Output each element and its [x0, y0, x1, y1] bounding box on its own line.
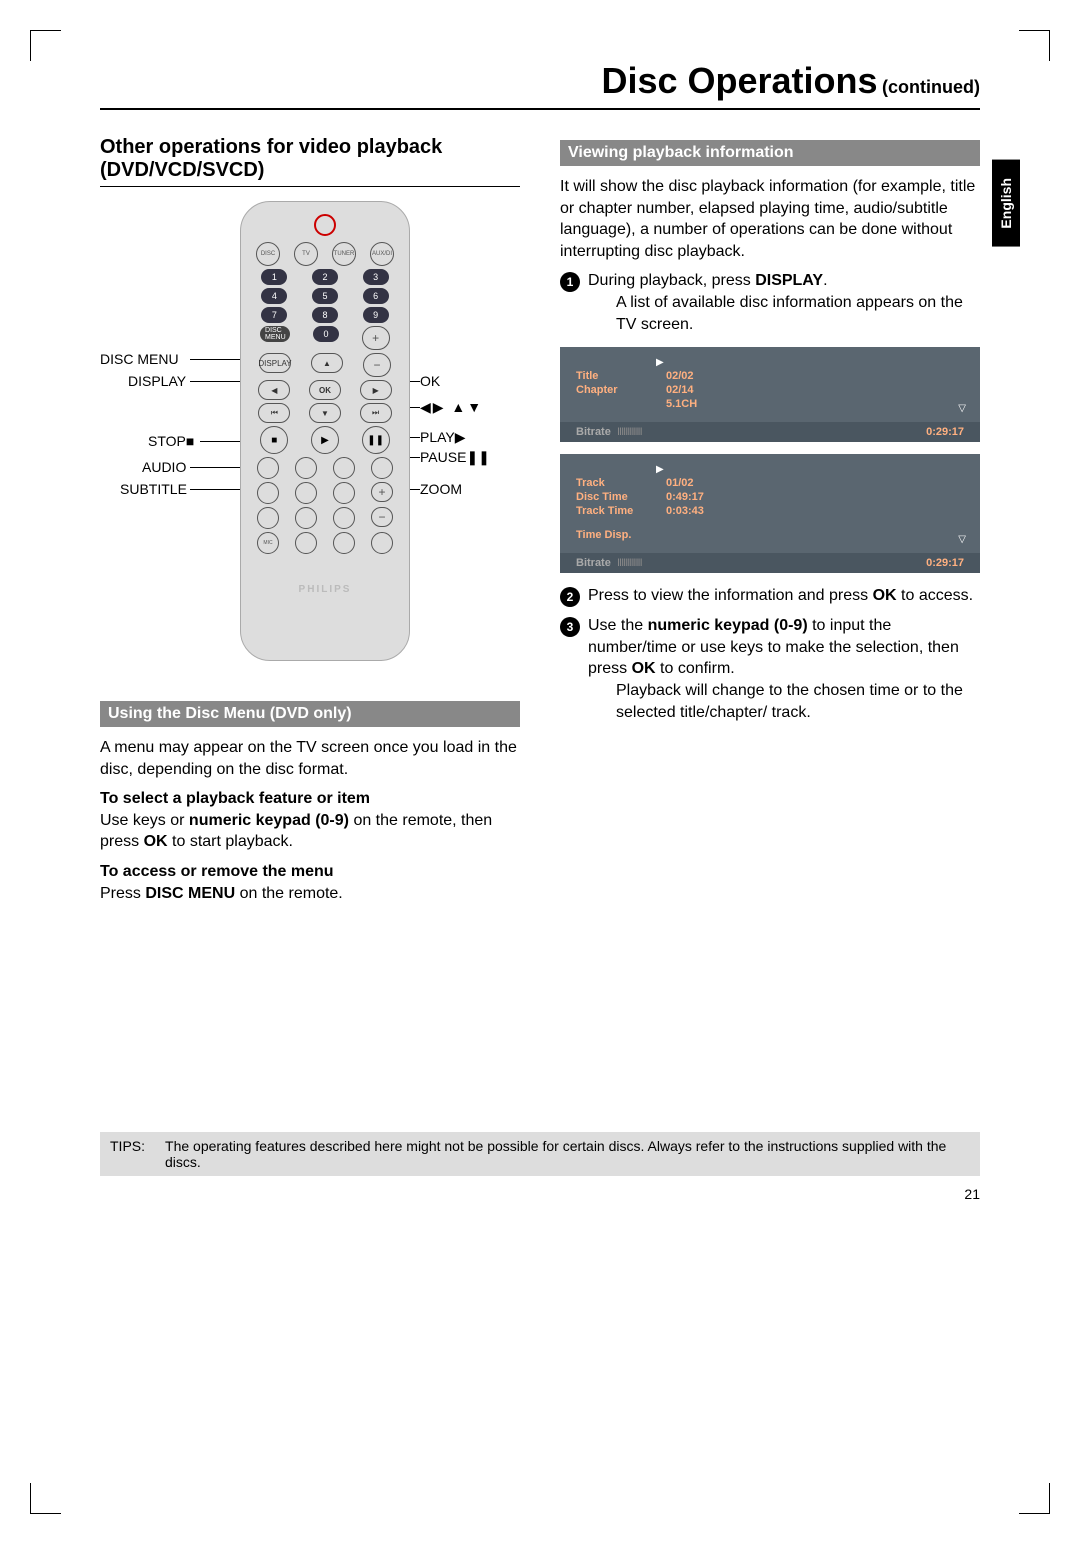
title-sub: (continued) — [882, 77, 980, 97]
down-arrow-icon: ▽ — [958, 534, 966, 545]
label-stop: STOP■ — [148, 433, 194, 449]
step-3: 3 Use the numeric keypad (0-9) to input … — [560, 615, 980, 723]
subheading-viewing: Viewing playback information — [560, 140, 980, 166]
title-main: Disc Operations — [601, 60, 877, 101]
step-2: 2 Press to view the information and pres… — [560, 585, 980, 607]
step-1: 1 During playback, press DISPLAY. A list… — [560, 270, 980, 335]
osd-panel-1: ▶ Title02/02 Chapter02/14 5.1CH ▽ Bitrat… — [560, 347, 980, 442]
label-ok: OK — [420, 373, 440, 389]
label-pause: PAUSE❚❚ — [420, 449, 490, 466]
label-play: PLAY▶ — [420, 429, 466, 446]
paragraph: It will show the disc playback informati… — [560, 176, 980, 262]
crop-mark — [1019, 1483, 1050, 1514]
play-icon: ▶ — [656, 357, 964, 368]
label-subtitle: SUBTITLE — [120, 481, 187, 497]
power-icon — [314, 214, 336, 236]
paragraph: To select a playback feature or item Use… — [100, 788, 520, 853]
osd-panel-2: ▶ Track01/02 Disc Time0:49:17 Track Time… — [560, 454, 980, 573]
label-disc-menu: DISC MENU — [100, 351, 179, 367]
page-number: 21 — [100, 1186, 980, 1202]
down-arrow-icon: ▽ — [958, 403, 966, 414]
tips-bar: TIPS: The operating features described h… — [100, 1132, 980, 1176]
step-number-icon: 2 — [560, 587, 580, 607]
crop-mark — [1019, 30, 1050, 61]
remote-control: DISCTVTUNERAUX/DI 123 456 789 DISCMENU0+… — [240, 201, 410, 661]
tips-text: The operating features described here mi… — [165, 1138, 970, 1170]
label-arrows: ◀▶ ▲▼ — [420, 399, 483, 416]
paragraph: A menu may appear on the TV screen once … — [100, 737, 520, 780]
section-heading-left: Other operations for video playback (DVD… — [100, 136, 520, 187]
language-tab: English — [992, 160, 1020, 247]
step-number-icon: 3 — [560, 617, 580, 637]
label-audio: AUDIO — [142, 459, 186, 475]
paragraph: To access or remove the menu Press DISC … — [100, 861, 520, 904]
subheading-disc-menu: Using the Disc Menu (DVD only) — [100, 701, 520, 727]
crop-mark — [30, 30, 61, 61]
remote-diagram: DISC MENU DISPLAY STOP■ AUDIO SUBTITLE O… — [100, 201, 520, 681]
play-icon: ▶ — [656, 464, 964, 475]
label-display: DISPLAY — [128, 373, 186, 389]
page-title: Disc Operations (continued) — [100, 60, 980, 110]
step-number-icon: 1 — [560, 272, 580, 292]
crop-mark — [30, 1483, 61, 1514]
tips-label: TIPS: — [110, 1138, 145, 1170]
label-zoom: ZOOM — [420, 481, 462, 497]
